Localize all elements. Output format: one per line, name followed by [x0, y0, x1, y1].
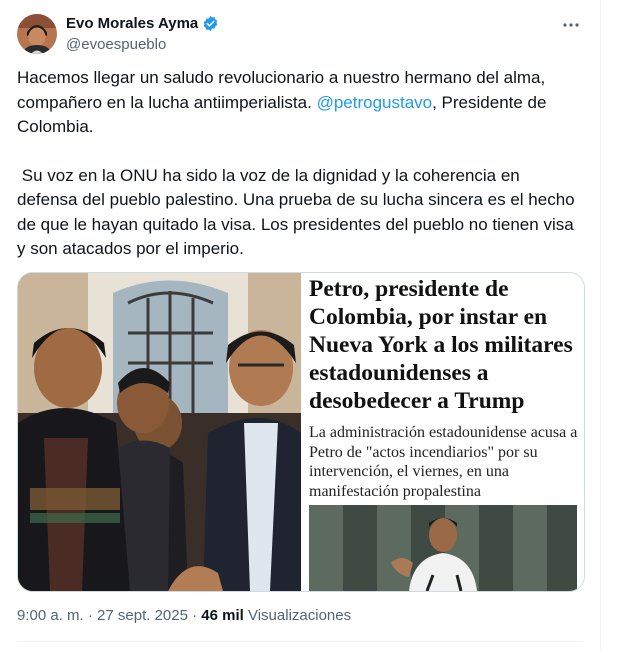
more-options-icon[interactable] [561, 15, 581, 35]
user-handle[interactable]: @evoespueblo [66, 36, 166, 53]
tweet-meta: 9:00 a. m. · 27 sept. 2025 · 46 mil Visu… [17, 607, 351, 624]
article-clipping: Petro, presidente de Colombia, por insta… [301, 273, 584, 591]
tweet-media[interactable]: Petro, presidente de Colombia, por insta… [17, 272, 585, 592]
views-label: Visualizaciones [243, 607, 352, 624]
tweet-paragraph-1: Hacemos llegar un saludo revolucionario … [17, 66, 582, 140]
mention-link[interactable]: @petrogustavo [317, 93, 433, 112]
article-photo [309, 505, 577, 591]
timestamp[interactable]: 9:00 a. m. · 27 sept. 2025 · [17, 607, 201, 624]
view-count: 46 mil [201, 607, 244, 624]
tweet-header: Evo Morales Ayma @evoespueblo [17, 14, 587, 58]
divider [17, 641, 583, 642]
article-headline: Petro, presidente de Colombia, por insta… [309, 276, 573, 414]
verified-badge-icon [202, 15, 219, 32]
tweet-photo[interactable] [18, 273, 301, 591]
display-name[interactable]: Evo Morales Ayma [66, 15, 198, 32]
avatar[interactable] [17, 14, 57, 54]
tweet-paragraph-2: Su voz en la ONU ha sido la voz de la di… [17, 165, 580, 259]
tweet-text: Hacemos llegar un saludo revolucionario … [17, 66, 582, 262]
column-border [600, 0, 601, 651]
article-subhead: La administración estadounidense acusa a… [309, 424, 578, 500]
